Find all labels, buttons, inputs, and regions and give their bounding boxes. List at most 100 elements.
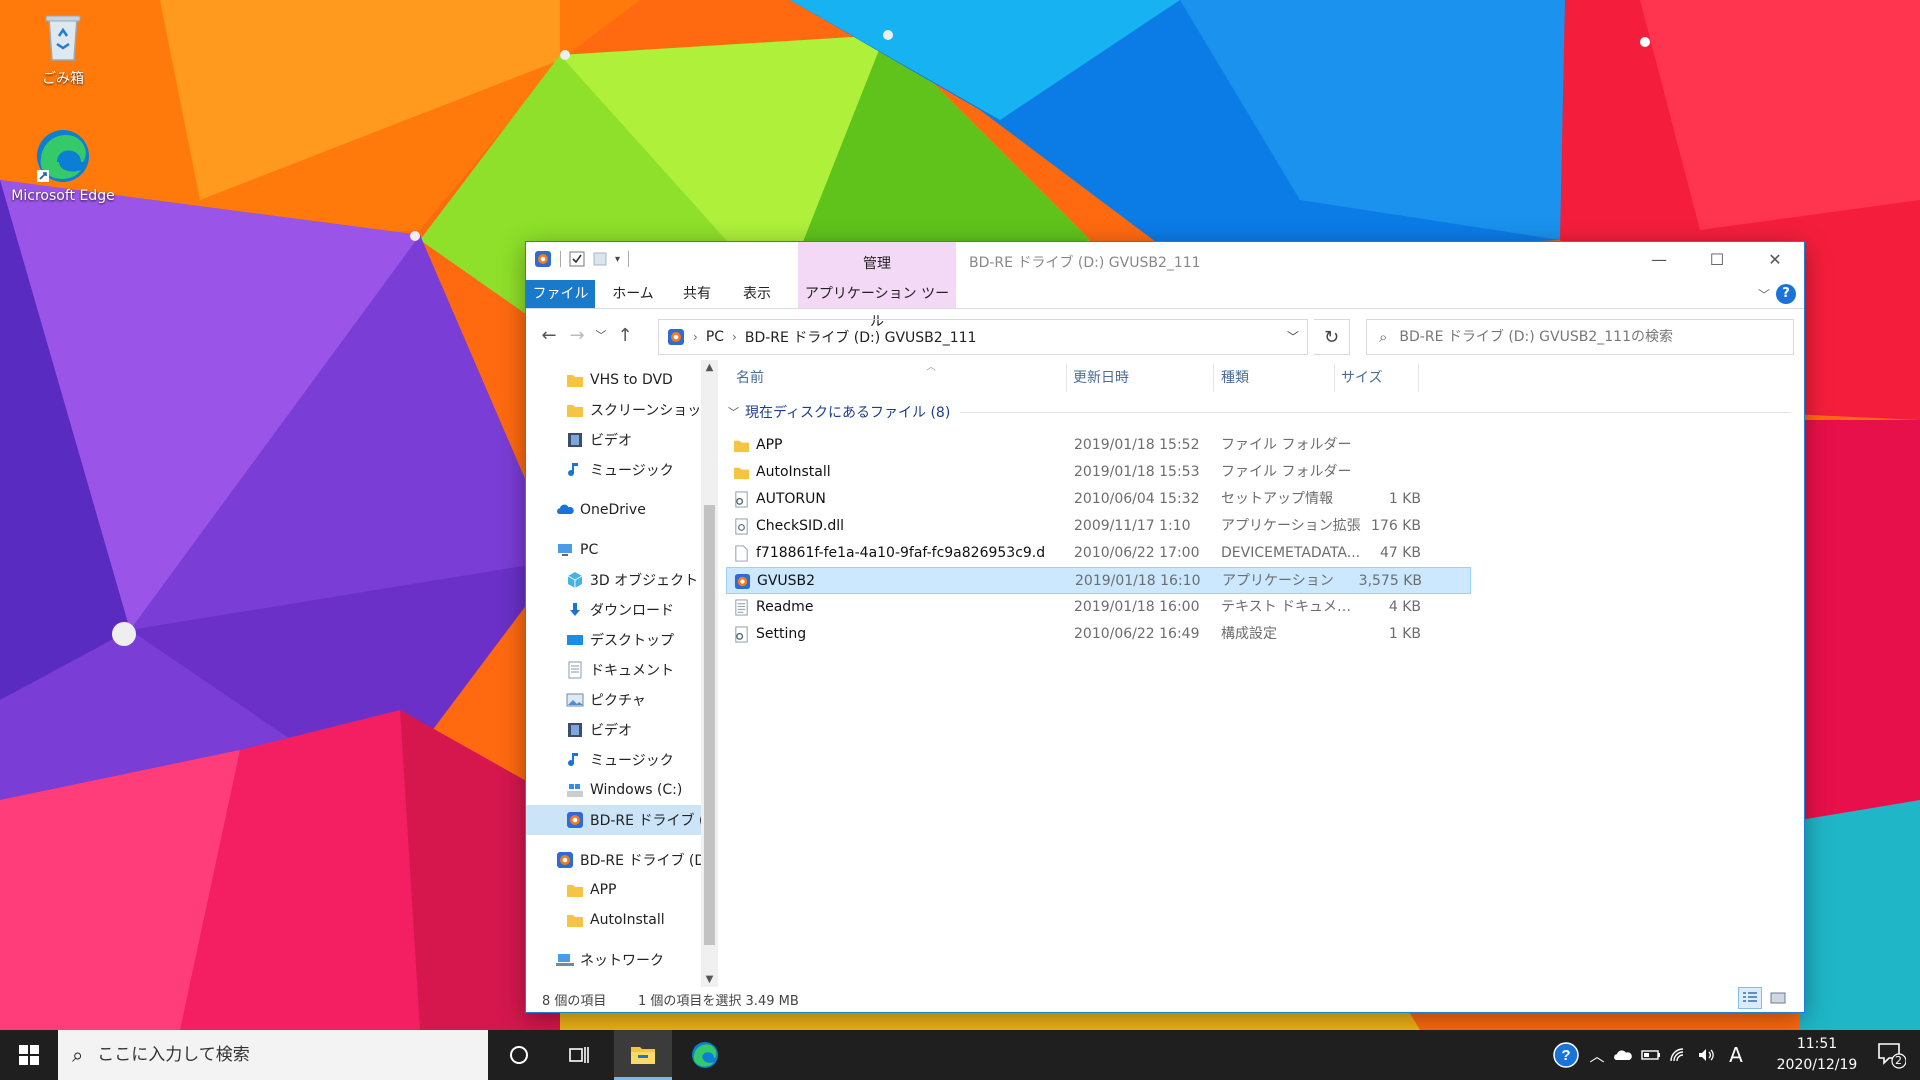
file-size: 1 KB — [1388, 626, 1421, 642]
nav-item-label: Windows (C:) — [590, 782, 683, 798]
file-explorer-window[interactable]: ▾ 管理 BD-RE ドライブ (D:) GVUSB2_111 — ☐ ✕ ファ… — [525, 241, 1805, 1013]
up-arrow-icon[interactable]: ↑ — [614, 316, 636, 356]
tab-share[interactable]: 共有 — [672, 280, 722, 308]
scroll-up-arrow-icon[interactable]: ▲ — [701, 362, 718, 373]
properties-checkbox-icon[interactable] — [569, 251, 585, 267]
video-icon — [568, 723, 582, 737]
tray-help-button[interactable]: ? — [1550, 1030, 1582, 1080]
file-row[interactable]: f718861f-fe1a-4a10-9faf-fc9a826953c9.d..… — [726, 540, 1471, 567]
breadcrumb-current-folder[interactable]: BD-RE ドライブ (D:) GVUSB2_111 — [745, 327, 977, 347]
nav-item-music[interactable]: ミュージック — [526, 455, 701, 485]
clock[interactable]: 11:51 2020/12/19 — [1772, 1034, 1862, 1076]
column-header-type[interactable]: 種類 — [1221, 360, 1249, 396]
sort-ascending-caret-icon: ︿ — [926, 362, 936, 373]
show-hidden-icons-chevron-icon[interactable]: ︿ — [1586, 1030, 1608, 1080]
download-icon — [570, 603, 580, 616]
volume-icon[interactable] — [1694, 1030, 1720, 1080]
ime-mode-indicator[interactable]: A — [1724, 1030, 1748, 1080]
file-name: Setting — [756, 626, 807, 642]
new-folder-icon[interactable] — [593, 251, 607, 267]
dll-icon — [735, 518, 748, 535]
file-row[interactable]: Readme 2019/01/18 16:00 テキスト ドキュメント 4 KB — [726, 594, 1471, 621]
customize-qat-chevron-icon[interactable]: ▾ — [615, 254, 620, 265]
large-icons-view-button[interactable] — [1766, 987, 1790, 1009]
nav-item-bd-re-drive-selected[interactable]: BD-RE ドライブ (D — [526, 805, 711, 835]
nav-item-pc[interactable]: PC — [526, 535, 701, 565]
nav-item-music[interactable]: ミュージック — [526, 745, 701, 775]
nav-item-downloads[interactable]: ダウンロード — [526, 595, 701, 625]
divider — [960, 411, 1791, 413]
wifi-icon[interactable] — [1666, 1030, 1692, 1080]
nav-item-label: 3D オブジェクト — [590, 573, 699, 589]
search-input[interactable] — [1399, 329, 1780, 345]
file-row[interactable]: AutoInstall 2019/01/18 15:53 ファイル フォルダー — [726, 459, 1471, 486]
desktop-recycle-bin[interactable]: ごみ箱 — [8, 8, 118, 88]
search-box[interactable]: ⌕ — [1366, 319, 1794, 355]
nav-item-windows-c[interactable]: Windows (C:) — [526, 775, 701, 805]
forward-arrow-icon[interactable]: → — [566, 316, 588, 356]
details-view-icon — [1743, 992, 1757, 1002]
refresh-button[interactable]: ↻ — [1314, 319, 1350, 355]
file-row[interactable]: CheckSID.dll 2009/11/17 1:10 アプリケーション拡張 … — [726, 513, 1471, 540]
nav-item-autoinstall[interactable]: AutoInstall — [526, 905, 701, 935]
file-type: アプリケーション — [1222, 573, 1334, 589]
breadcrumb-separator-icon[interactable]: › — [693, 330, 698, 344]
taskbar-search-input[interactable] — [97, 1045, 458, 1065]
config-settings-icon — [735, 626, 748, 643]
taskbar-search-box[interactable]: ⌕ — [58, 1030, 488, 1080]
maximize-button[interactable]: ☐ — [1688, 242, 1746, 276]
nav-item-network[interactable]: ネットワーク — [526, 945, 701, 975]
nav-item-documents[interactable]: ドキュメント — [526, 655, 701, 685]
column-header-date-modified[interactable]: 更新日時 — [1073, 360, 1129, 396]
cortana-button[interactable] — [490, 1030, 548, 1080]
recent-locations-chevron-icon[interactable]: ﹀ — [592, 316, 610, 356]
nav-item-label: APP — [590, 882, 617, 898]
back-arrow-icon[interactable]: ← — [538, 316, 560, 356]
scrollbar-thumb[interactable] — [704, 505, 715, 945]
file-row-selected[interactable]: GVUSB2 2019/01/18 16:10 アプリケーション 3,575 K… — [726, 567, 1471, 594]
collapse-chevron-icon[interactable]: ﹀ — [728, 404, 739, 420]
file-row[interactable]: Setting 2010/06/22 16:49 構成設定 1 KB — [726, 621, 1471, 648]
column-header-name[interactable]: 名前 — [736, 360, 764, 396]
taskbar-file-explorer[interactable] — [614, 1030, 672, 1080]
help-button[interactable]: ? — [1776, 284, 1796, 304]
breadcrumb-separator-icon[interactable]: › — [732, 330, 737, 344]
nav-item-app[interactable]: APP — [526, 875, 701, 905]
breadcrumb-pc[interactable]: PC — [706, 329, 724, 345]
details-view-button[interactable] — [1738, 987, 1762, 1009]
nav-item-desktop[interactable]: デスクトップ — [526, 625, 701, 655]
tab-file[interactable]: ファイル — [526, 280, 595, 308]
navigation-pane-scrollbar[interactable]: ▲ ▼ — [701, 360, 718, 987]
nav-item-pictures[interactable]: ピクチャ — [526, 685, 701, 715]
nav-item-videos[interactable]: ビデオ — [526, 425, 701, 455]
address-dropdown-chevron-icon[interactable]: ﹀ — [1287, 328, 1299, 345]
close-button[interactable]: ✕ — [1746, 242, 1804, 276]
task-view-button[interactable] — [550, 1030, 608, 1080]
file-row[interactable]: APP 2019/01/18 15:52 ファイル フォルダー — [726, 432, 1471, 459]
expand-ribbon-chevron-icon[interactable]: ﹀ — [1758, 286, 1770, 303]
battery-icon[interactable] — [1638, 1030, 1664, 1080]
recycle-bin-icon — [35, 8, 91, 64]
nav-item-3d-objects[interactable]: 3D オブジェクト — [526, 565, 701, 595]
action-center-button[interactable]: 2 — [1876, 1040, 1914, 1070]
nav-item-bd-re-drive[interactable]: BD-RE ドライブ (D:) — [526, 845, 711, 875]
column-header-size[interactable]: サイズ — [1341, 360, 1383, 396]
file-row[interactable]: AUTORUN 2010/06/04 15:32 セットアップ情報 1 KB — [726, 486, 1471, 513]
taskbar-edge[interactable] — [676, 1030, 734, 1080]
tab-view[interactable]: 表示 — [732, 280, 782, 308]
tab-application-tools[interactable]: アプリケーション ツール — [798, 280, 956, 330]
tab-home[interactable]: ホーム — [604, 280, 662, 308]
group-header-files-on-disc[interactable]: ﹀ 現在ディスクにあるファイル (8) — [726, 400, 1791, 424]
file-type: 構成設定 — [1221, 626, 1277, 642]
desktop-microsoft-edge[interactable]: Microsoft Edge — [8, 128, 118, 204]
address-bar[interactable]: › PC › BD-RE ドライブ (D:) GVUSB2_111 ﹀ — [658, 319, 1308, 355]
nav-item-screenshots[interactable]: スクリーンショット — [526, 395, 711, 425]
start-button[interactable] — [0, 1030, 58, 1080]
title-bar[interactable]: ▾ 管理 BD-RE ドライブ (D:) GVUSB2_111 — ☐ ✕ — [526, 242, 1804, 308]
nav-item-onedrive[interactable]: OneDrive — [526, 495, 701, 525]
nav-item-videos[interactable]: ビデオ — [526, 715, 701, 745]
onedrive-tray-icon[interactable] — [1610, 1030, 1636, 1080]
divider — [1334, 364, 1335, 392]
minimize-button[interactable]: — — [1630, 242, 1688, 276]
nav-item-vhs-to-dvd[interactable]: VHS to DVD — [526, 365, 701, 395]
